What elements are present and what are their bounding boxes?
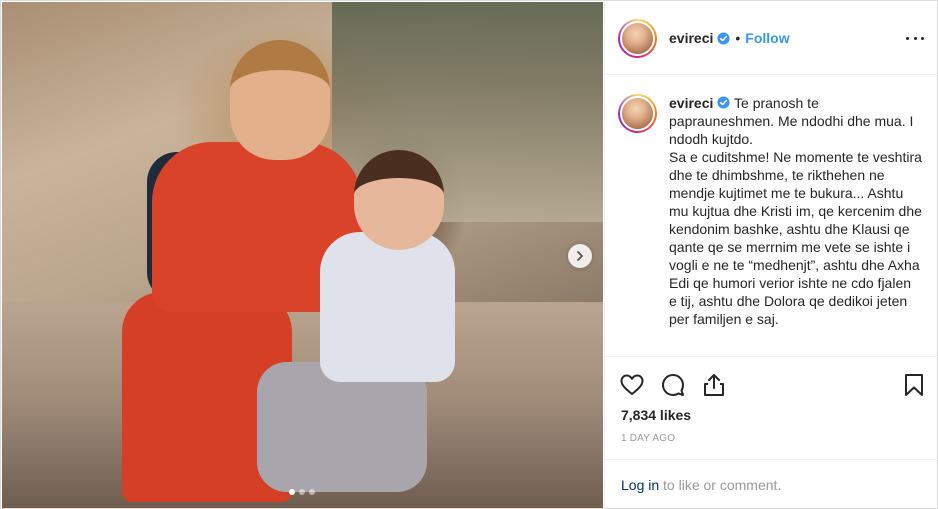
- photo-girl-head: [230, 40, 330, 160]
- comments-section[interactable]: evireci Te pranosh te paprauneshmen. Me …: [605, 76, 938, 356]
- share-icon[interactable]: [701, 372, 727, 398]
- carousel-dot-1: [289, 489, 295, 495]
- login-link[interactable]: Log in: [621, 477, 659, 493]
- heart-icon[interactable]: [619, 372, 645, 398]
- username-link[interactable]: evireci: [669, 30, 713, 46]
- more-dot: [906, 36, 909, 40]
- more-options-button[interactable]: [906, 29, 924, 47]
- chevron-right-icon: [577, 251, 583, 261]
- bookmark-icon[interactable]: [901, 372, 927, 398]
- carousel-dot-3: [309, 489, 315, 495]
- post-header: evireci • Follow: [605, 2, 938, 75]
- separator-bullet: •: [735, 30, 741, 46]
- likes-count[interactable]: 7,834 likes: [621, 407, 691, 423]
- avatar-image: [620, 96, 655, 131]
- next-slide-button[interactable]: [568, 244, 592, 268]
- caption-line-2: Sa e cuditshme! Ne momente te veshtira d…: [669, 149, 922, 327]
- login-prompt-text: to like or comment.: [659, 477, 782, 493]
- login-prompt: Log in to like or comment.: [605, 459, 938, 509]
- post-photo[interactable]: [2, 2, 603, 508]
- actions-bar: 7,834 likes 1 DAY AGO Log in to like or …: [605, 356, 938, 508]
- more-dot: [921, 36, 924, 40]
- carousel-dot-2: [299, 489, 305, 495]
- more-dot: [913, 36, 917, 40]
- caption: evireci Te pranosh te paprauneshmen. Me …: [618, 94, 922, 328]
- caption-avatar[interactable]: [618, 94, 657, 133]
- avatar-image: [620, 20, 655, 56]
- avatar[interactable]: [618, 18, 657, 58]
- photo-boy-head: [354, 150, 444, 250]
- caption-username-link[interactable]: evireci: [669, 95, 713, 111]
- caption-first-paragraph: evireci Te pranosh te paprauneshmen. Me …: [669, 94, 922, 148]
- photo-boy-body: [320, 232, 455, 382]
- follow-button[interactable]: Follow: [745, 30, 789, 46]
- instagram-post: evireci • Follow evireci Te pranosh te p…: [0, 0, 938, 509]
- post-timestamp[interactable]: 1 DAY AGO: [621, 433, 675, 444]
- caption-text: evireci Te pranosh te paprauneshmen. Me …: [669, 94, 922, 328]
- carousel-indicator: [289, 489, 315, 495]
- comment-icon[interactable]: [660, 372, 686, 398]
- verified-badge-icon: [717, 96, 730, 109]
- verified-badge-icon: [717, 31, 730, 45]
- post-sidebar: evireci • Follow evireci Te pranosh te p…: [604, 2, 938, 508]
